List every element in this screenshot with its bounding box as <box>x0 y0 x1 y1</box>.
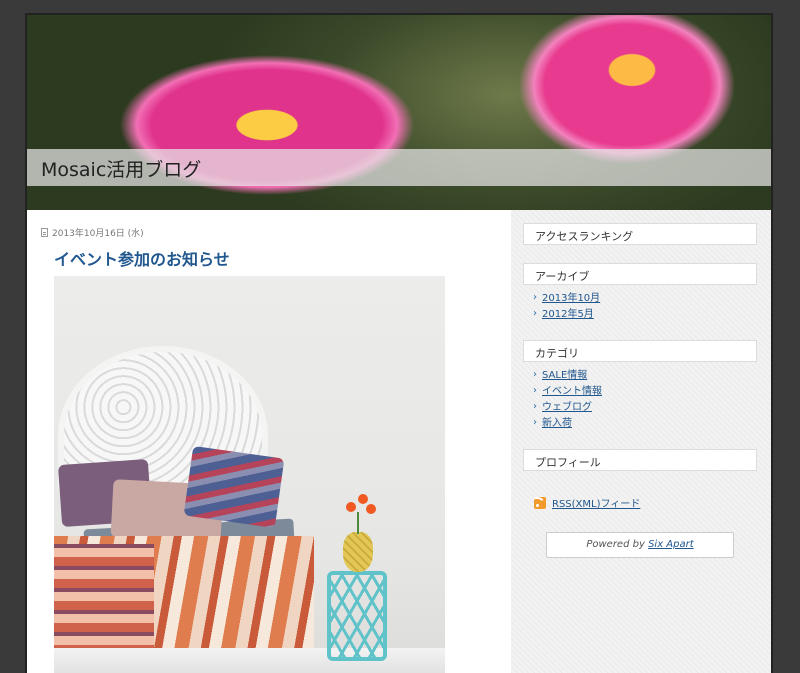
flower-shape <box>346 502 356 512</box>
sidebar: アクセスランキング アーカイブ 2013年10月 2012年5月 カテゴリ SA… <box>511 210 771 673</box>
category-list: SALE情報 イベント情報 ウェブログ 新入荷 <box>533 367 602 432</box>
main-content: 2013年10月16日 (水) イベント参加のお知らせ <box>27 210 511 673</box>
six-apart-link[interactable]: Six Apart <box>648 539 694 550</box>
powered-by-prefix: Powered by <box>586 539 645 550</box>
powered-by-box: Powered by Six Apart <box>546 532 734 558</box>
archive-list: 2013年10月 2012年5月 <box>533 290 600 323</box>
category-item: イベント情報 <box>533 383 602 400</box>
flower-shape <box>366 504 376 514</box>
archive-item: 2013年10月 <box>533 290 600 307</box>
widget-header-category: カテゴリ <box>523 340 757 362</box>
widget-header-access-ranking: アクセスランキング <box>523 223 757 245</box>
stool-shape <box>327 571 387 661</box>
archive-link[interactable]: 2012年5月 <box>542 309 594 320</box>
rss-link[interactable]: RSS(XML)フィード <box>552 495 640 510</box>
title-band: Mosaic活用ブログ <box>27 149 771 186</box>
category-link[interactable]: 新入荷 <box>542 418 572 429</box>
pillow-shape <box>183 445 285 529</box>
post-date: 2013年10月16日 (水) <box>41 226 144 239</box>
widget-header-profile: プロフィール <box>523 449 757 471</box>
flower-shape <box>358 494 368 504</box>
doc-icon <box>41 228 48 237</box>
widget-header-archive: アーカイブ <box>523 263 757 285</box>
post-date-text: 2013年10月16日 (水) <box>52 229 144 239</box>
post-title[interactable]: イベント参加のお知らせ <box>54 246 230 270</box>
post-image[interactable] <box>54 276 445 673</box>
category-link[interactable]: ウェブログ <box>542 402 592 413</box>
rss-icon[interactable] <box>534 496 546 509</box>
blog-header-banner: Mosaic活用ブログ <box>27 15 771 210</box>
stem-shape <box>357 512 359 534</box>
vase-shape <box>343 532 373 572</box>
rss-feed: RSS(XML)フィード <box>534 495 640 510</box>
category-item: SALE情報 <box>533 367 602 384</box>
blog-title[interactable]: Mosaic活用ブログ <box>41 155 201 182</box>
category-item: 新入荷 <box>533 415 602 432</box>
archive-item: 2012年5月 <box>533 306 600 323</box>
category-link[interactable]: イベント情報 <box>542 386 602 397</box>
category-item: ウェブログ <box>533 399 602 416</box>
archive-link[interactable]: 2013年10月 <box>542 293 600 304</box>
category-link[interactable]: SALE情報 <box>542 370 587 381</box>
